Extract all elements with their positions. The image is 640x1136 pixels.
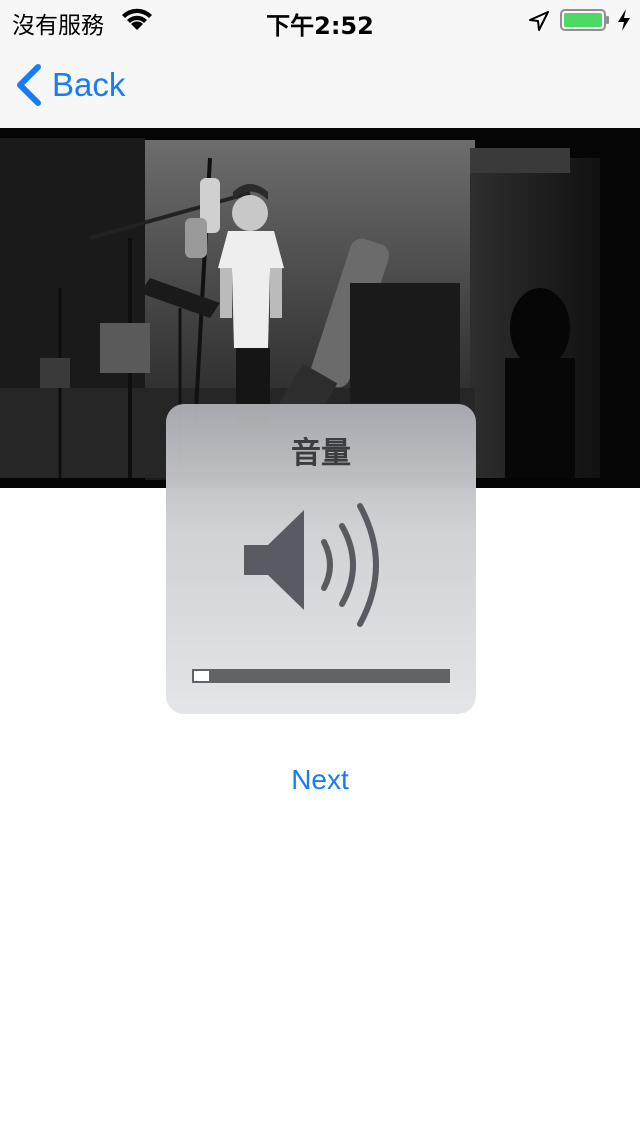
speaker-icon xyxy=(244,503,379,627)
charging-bolt-icon xyxy=(618,9,630,31)
location-arrow-icon xyxy=(529,11,549,31)
volume-hud-title: 音量 xyxy=(291,436,351,471)
chevron-left-icon xyxy=(17,64,41,106)
battery-icon xyxy=(560,9,609,31)
back-label: Back xyxy=(52,66,126,103)
navigation-bar: Back xyxy=(0,40,640,128)
back-button[interactable]: Back xyxy=(14,62,125,108)
volume-hud: 音量 xyxy=(166,404,476,714)
next-button[interactable]: Next xyxy=(220,758,420,802)
volume-level-fill xyxy=(194,671,209,681)
status-bar: 沒有服務 下午2:52 xyxy=(0,0,640,40)
volume-level-bar xyxy=(192,669,450,683)
